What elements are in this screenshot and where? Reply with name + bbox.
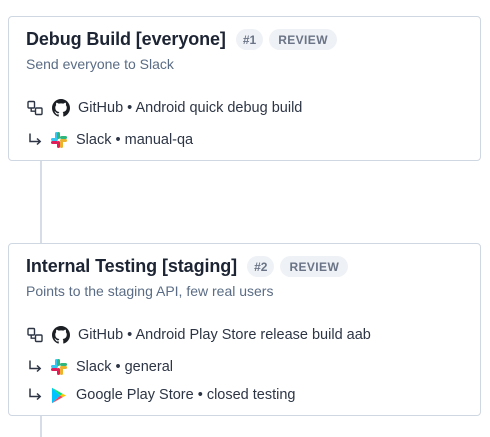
- step-description: Send everyone to Slack: [26, 56, 174, 72]
- destination-detail: general: [124, 359, 173, 375]
- subdirectory-arrow-icon: [26, 386, 44, 404]
- slack-icon: [50, 358, 68, 376]
- github-icon: [52, 326, 70, 344]
- step-connector: [40, 160, 42, 244]
- subdirectory-arrow-icon: [26, 131, 44, 149]
- step-title[interactable]: Internal Testing [staging]: [26, 256, 237, 277]
- step-description: Points to the staging API, few real user…: [26, 283, 274, 299]
- step-title[interactable]: Debug Build [everyone]: [26, 29, 226, 50]
- google-play-icon: [50, 386, 68, 404]
- status-badge: REVIEW: [269, 29, 337, 50]
- source-row[interactable]: GitHub • Android quick debug build: [26, 98, 302, 118]
- destination-service: Slack: [76, 132, 112, 148]
- step-header: Internal Testing [staging] #2 REVIEW: [26, 256, 349, 277]
- step-header: Debug Build [everyone] #1 REVIEW: [26, 29, 337, 50]
- destination-service: Google Play Store: [76, 387, 194, 403]
- pipeline-canvas: Debug Build [everyone] #1 REVIEW Send ev…: [0, 0, 490, 437]
- destination-row[interactable]: Slack • general: [26, 357, 173, 377]
- destination-detail: manual-qa: [124, 132, 194, 148]
- github-icon: [52, 99, 70, 117]
- subdirectory-arrow-icon: [26, 358, 44, 376]
- separator: •: [127, 327, 133, 343]
- separator: •: [115, 359, 121, 375]
- destination-detail: closed testing: [206, 387, 296, 403]
- step-number-badge: #1: [235, 29, 264, 50]
- source-detail: Android Play Store release build aab: [135, 327, 371, 343]
- source-service: GitHub: [78, 100, 124, 116]
- step-connector: [40, 416, 42, 437]
- pipeline-step-card[interactable]: Internal Testing [staging] #2 REVIEW Poi…: [8, 243, 481, 416]
- destination-row[interactable]: Slack • manual-qa: [26, 130, 193, 150]
- destination-service: Slack: [76, 359, 112, 375]
- pipeline-step-card[interactable]: Debug Build [everyone] #1 REVIEW Send ev…: [8, 16, 481, 161]
- status-badge: REVIEW: [280, 256, 349, 277]
- separator: •: [127, 100, 133, 116]
- destination-row[interactable]: Google Play Store • closed testing: [26, 385, 296, 405]
- step-number-badge: #2: [247, 256, 275, 277]
- separator: •: [197, 387, 203, 403]
- workflow-icon: [26, 326, 44, 344]
- source-detail: Android quick debug build: [135, 100, 303, 116]
- source-service: GitHub: [78, 327, 124, 343]
- slack-icon: [50, 131, 68, 149]
- workflow-icon: [26, 99, 44, 117]
- separator: •: [115, 132, 121, 148]
- source-row[interactable]: GitHub • Android Play Store release buil…: [26, 325, 371, 345]
